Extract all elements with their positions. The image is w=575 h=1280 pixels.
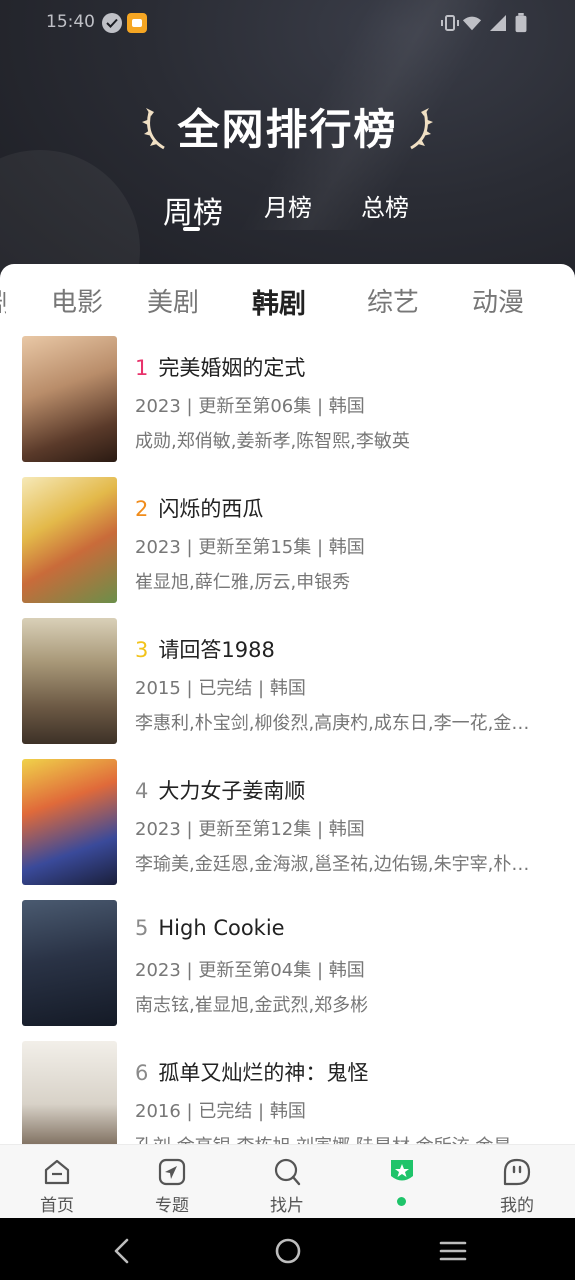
- search-icon: [274, 1158, 301, 1186]
- item-cast: 李瑜美,金廷恩,金海淑,邕圣祐,边佑锡,朱宇宰,朴宝英: [135, 854, 545, 875]
- list-item[interactable]: 1 完美婚姻的定式 2023 | 更新至第06集 | 韩国 成勋,郑俏敏,姜新孝,…: [0, 336, 575, 466]
- item-title: 闪烁的西瓜: [158, 497, 264, 521]
- rank-badge-star-icon: [391, 1160, 413, 1181]
- item-meta: 2023 | 更新至第15集 | 韩国: [135, 537, 365, 558]
- nav-home-label: 首页: [40, 1196, 74, 1216]
- app-notification-icon: [127, 13, 147, 33]
- home-icon: [44, 1159, 70, 1185]
- nav-search[interactable]: 找片: [242, 1145, 332, 1219]
- tab-anime[interactable]: 动漫: [472, 282, 524, 319]
- tab-category-partial[interactable]: 剧: [0, 282, 6, 319]
- list-item[interactable]: 5 High Cookie 2023 | 更新至第04集 | 韩国 南志铉,崔显旭…: [0, 900, 575, 1030]
- nav-topics[interactable]: 专题: [127, 1145, 217, 1219]
- tab-overall[interactable]: 总榜: [361, 188, 409, 223]
- list-item[interactable]: 4 大力女子姜南顺 2023 | 更新至第12集 | 韩国 李瑜美,金廷恩,金海淑…: [0, 759, 575, 889]
- item-meta: 2023 | 更新至第04集 | 韩国: [135, 960, 365, 981]
- category-tabs: 剧 电影 美剧 韩剧 综艺 动漫: [0, 264, 575, 334]
- tab-variety[interactable]: 综艺: [367, 282, 419, 319]
- poster-image: [22, 759, 117, 885]
- tab-monthly[interactable]: 月榜: [264, 188, 312, 223]
- rank-number: 2: [135, 497, 149, 521]
- check-circle-icon: [102, 13, 122, 33]
- back-icon[interactable]: [108, 1236, 138, 1266]
- rank-number: 6: [135, 1061, 149, 1085]
- poster-image: [22, 477, 117, 603]
- list-item[interactable]: 2 闪烁的西瓜 2023 | 更新至第15集 | 韩国 崔显旭,薛仁雅,厉云,申银…: [0, 477, 575, 607]
- recents-menu-icon[interactable]: [438, 1236, 468, 1266]
- nav-profile-label: 我的: [500, 1196, 534, 1216]
- tab-us-drama[interactable]: 美剧: [147, 282, 199, 319]
- tab-movie[interactable]: 电影: [51, 282, 103, 319]
- wifi-icon: [462, 16, 482, 31]
- item-title: High Cookie: [158, 916, 285, 940]
- period-tabs: 周榜 月榜 总榜: [0, 184, 575, 244]
- rank-number: 3: [135, 638, 149, 662]
- nav-topics-label: 专题: [155, 1196, 189, 1216]
- item-title: 请回答1988: [158, 638, 275, 662]
- nav-search-label: 找片: [270, 1196, 304, 1216]
- item-meta: 2023 | 更新至第06集 | 韩国: [135, 396, 365, 417]
- nav-home[interactable]: 首页: [12, 1145, 102, 1219]
- item-meta: 2015 | 已完结 | 韩国: [135, 678, 306, 699]
- active-indicator-dot: [397, 1197, 406, 1206]
- right-laurel-icon: [409, 107, 433, 149]
- home-circle-icon[interactable]: [273, 1236, 303, 1266]
- item-title: 完美婚姻的定式: [158, 356, 306, 380]
- nav-ranking[interactable]: [357, 1145, 447, 1219]
- tab-korean-drama[interactable]: 韩剧: [252, 282, 306, 321]
- system-navigation-bar: [0, 1218, 575, 1280]
- poster-image: [22, 618, 117, 744]
- item-meta: 2016 | 已完结 | 韩国: [135, 1101, 306, 1122]
- status-time: 15:40: [46, 12, 95, 32]
- status-bar: 15:40: [0, 0, 575, 46]
- battery-icon: [515, 13, 527, 33]
- item-cast: 崔显旭,薛仁雅,厉云,申银秀: [135, 572, 351, 593]
- list-item[interactable]: 3 请回答1988 2015 | 已完结 | 韩国 李惠利,朴宝剑,柳俊烈,高庚杓…: [0, 618, 575, 748]
- signal-icon: [490, 15, 506, 31]
- item-title: 大力女子姜南顺: [158, 779, 306, 803]
- poster-image: [22, 900, 117, 1026]
- title-row: 全网排行榜: [0, 96, 575, 157]
- period-tab-indicator: [183, 227, 200, 231]
- item-meta: 2023 | 更新至第12集 | 韩国: [135, 819, 365, 840]
- left-laurel-icon: [142, 107, 166, 149]
- nav-profile[interactable]: 我的: [472, 1145, 562, 1219]
- topic-compass-icon: [158, 1158, 186, 1186]
- bottom-nav: 首页 专题 找片 我的: [0, 1144, 575, 1218]
- item-cast: 李惠利,朴宝剑,柳俊烈,高庚杓,成东日,李一花,金善英,罗美兰: [135, 713, 545, 734]
- tab-weekly[interactable]: 周榜: [163, 188, 223, 232]
- page-title: 全网排行榜: [177, 105, 398, 154]
- profile-face-icon: [503, 1158, 531, 1186]
- item-title: 孤单又灿烂的神：鬼怪: [158, 1061, 369, 1085]
- item-cast: 成勋,郑俏敏,姜新孝,陈智熙,李敏英: [135, 431, 410, 452]
- item-cast: 南志铉,崔显旭,金武烈,郑多彬: [135, 995, 369, 1016]
- rank-number: 5: [135, 916, 149, 940]
- rank-number: 4: [135, 779, 149, 803]
- rank-number: 1: [135, 356, 149, 380]
- vibrate-icon: [441, 15, 459, 31]
- ranking-panel: 剧 电影 美剧 韩剧 综艺 动漫 1 完美婚姻的定式 2023 | 更新至第06集…: [0, 264, 575, 1218]
- poster-image: [22, 336, 117, 462]
